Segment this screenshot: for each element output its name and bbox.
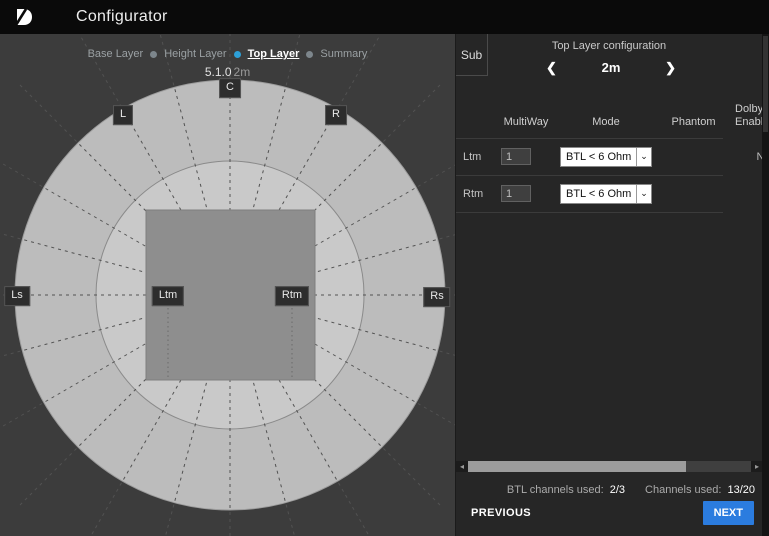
speaker-layout-panel: Base Layer Height Layer Top Layer Summar… <box>0 34 455 536</box>
chevron-left-icon[interactable]: ❮ <box>546 61 557 74</box>
chevron-right-icon[interactable]: ❯ <box>665 61 676 74</box>
speaker-label-rs: Rs <box>423 287 450 307</box>
mode-select-ltm[interactable]: BTL < 6 Ohm ⌄ <box>560 147 652 167</box>
mode-select-rtm[interactable]: BTL < 6 Ohm ⌄ <box>560 184 652 204</box>
configuration-panel: Sub Top Layer configuration ❮ 2m ❯ Multi… <box>455 34 762 536</box>
btl-channels-value: 2/3 <box>610 484 625 496</box>
table-row-ltm: Ltm BTL < 6 Ohm ⌄ No <box>456 138 762 175</box>
tab-dot-icon <box>150 51 157 58</box>
configuration-label: 5.1.02m <box>0 65 455 79</box>
vertical-scrollbar[interactable] <box>762 34 769 536</box>
wizard-footer: PREVIOUS NEXT <box>456 498 762 528</box>
chevron-down-icon: ⌄ <box>636 185 651 203</box>
page-title: Configurator <box>76 8 168 26</box>
speaker-label-ltm: Ltm <box>152 286 184 306</box>
top-bar: Configurator <box>0 0 769 34</box>
layer-tabs: Base Layer Height Layer Top Layer Summar… <box>0 48 455 60</box>
tab-height-layer[interactable]: Height Layer <box>164 48 226 60</box>
dolby-enable-value: No <box>731 151 762 163</box>
multiway-input-rtm[interactable] <box>501 185 531 202</box>
divider <box>456 212 723 213</box>
btl-channels-label: BTL channels used: <box>507 484 604 496</box>
speaker-label-r: R <box>325 105 347 125</box>
distance-value: 2m <box>234 65 251 79</box>
panel-title: Top Layer configuration <box>456 40 762 52</box>
speaker-label-l: L <box>113 105 133 125</box>
row-name: Ltm <box>456 151 496 163</box>
active-tab-dot-icon <box>234 51 241 58</box>
multiway-input-ltm[interactable] <box>501 148 531 165</box>
channels-used-label: Channels used: <box>645 484 721 496</box>
app-logo-icon <box>14 7 34 27</box>
speaker-layout-diagram <box>0 34 455 536</box>
tab-top-layer[interactable]: Top Layer <box>248 48 300 60</box>
scroll-right-icon[interactable]: ▸ <box>751 461 762 472</box>
channel-status-bar: BTL channels used: 2/3 Channels used: 13… <box>456 482 762 498</box>
column-phantom: Phantom <box>656 116 731 130</box>
scrollbar-track[interactable] <box>468 461 751 472</box>
column-multiway: MultiWay <box>496 116 556 130</box>
column-mode: Mode <box>556 116 656 130</box>
speaker-config-value: 5.1.0 <box>205 65 232 79</box>
next-button[interactable]: NEXT <box>703 501 754 525</box>
scrollbar-thumb[interactable] <box>468 461 686 472</box>
chevron-down-icon: ⌄ <box>636 148 651 166</box>
speaker-label-rtm: Rtm <box>275 286 309 306</box>
tab-base-layer[interactable]: Base Layer <box>88 48 144 60</box>
row-name: Rtm <box>456 188 496 200</box>
horizontal-scrollbar: ◂ ▸ <box>456 461 762 472</box>
scroll-left-icon[interactable]: ◂ <box>456 461 468 472</box>
distance-stepper: ❮ 2m ❯ <box>546 56 676 78</box>
tab-dot-icon <box>306 51 313 58</box>
vertical-scrollbar-thumb[interactable] <box>763 36 768 132</box>
channels-used-value: 13/20 <box>727 484 755 496</box>
table-row-rtm: Rtm BTL < 6 Ohm ⌄ <box>456 175 762 212</box>
column-dolby-enable: Dolby Enable <box>731 103 762 131</box>
previous-button[interactable]: PREVIOUS <box>471 507 531 519</box>
mode-select-value: BTL < 6 Ohm <box>561 188 636 200</box>
distance-stepper-value: 2m <box>602 60 621 75</box>
tab-summary[interactable]: Summary <box>320 48 367 60</box>
speaker-label-ls: Ls <box>4 286 30 306</box>
speaker-label-c: C <box>219 78 241 98</box>
mode-select-value: BTL < 6 Ohm <box>561 151 636 163</box>
table-header: MultiWay Mode Phantom Dolby Enable <box>456 96 762 138</box>
